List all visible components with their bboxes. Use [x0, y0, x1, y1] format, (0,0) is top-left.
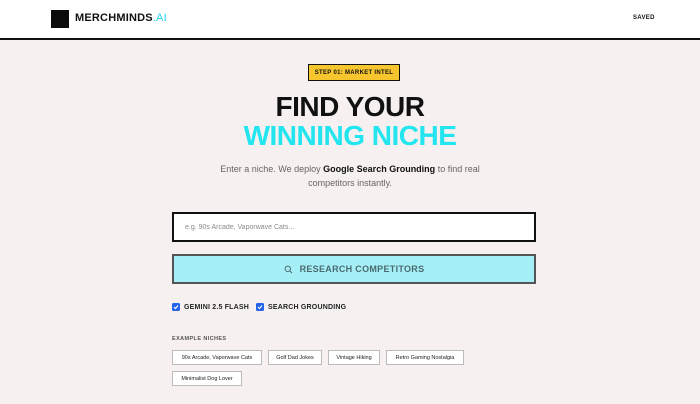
subtitle-highlight: Google Search Grounding — [323, 164, 436, 174]
brand-suffix: .AI — [152, 12, 167, 24]
gemini-flash-checkbox[interactable] — [172, 303, 180, 311]
page-title-line1: FIND YOUR — [275, 91, 426, 122]
logo-icon[interactable] — [51, 10, 69, 28]
example-niches-label: EXAMPLE NICHES — [172, 336, 227, 342]
example-niche-chip[interactable]: Minimalist Dog Lover — [172, 371, 242, 386]
search-grounding-checkbox[interactable] — [256, 303, 264, 311]
page-title-line2: WINNING NICHE — [243, 120, 457, 151]
brand-name[interactable]: MERCHMINDS.AI — [75, 12, 167, 24]
check-icon — [257, 305, 263, 310]
search-icon — [284, 265, 293, 273]
saved-link[interactable]: SAVED — [633, 15, 655, 21]
check-icon — [173, 305, 179, 310]
subtitle-text-start: Enter a niche. We deploy — [220, 164, 324, 174]
search-grounding-label: SEARCH GROUNDING — [268, 303, 347, 311]
example-niche-chip[interactable]: Vintage Hiking — [328, 350, 380, 365]
research-button-label: RESEARCH COMPETITORS — [299, 264, 425, 274]
gemini-flash-label: GEMINI 2.5 FLASH — [184, 303, 250, 311]
example-niche-chip[interactable]: Retro Gaming Nostalgia — [386, 350, 464, 365]
step-badge: STEP 01: MARKET INTEL — [308, 64, 400, 81]
page-subtitle: Enter a niche. We deploy Google Search G… — [210, 162, 490, 190]
example-niche-chip[interactable]: Golf Dad Jokes — [268, 350, 322, 365]
option-gemini-flash[interactable]: GEMINI 2.5 FLASH — [172, 303, 249, 311]
top-header: MERCHMINDS.AI SAVED — [0, 0, 700, 40]
option-search-grounding[interactable]: SEARCH GROUNDING — [256, 303, 346, 311]
research-competitors-button[interactable]: RESEARCH COMPETITORS — [172, 254, 536, 284]
niche-search-input[interactable] — [172, 212, 536, 242]
example-niche-chip[interactable]: 90s Arcade, Vaporwave Cats — [172, 350, 262, 365]
brand-main: MERCHMINDS — [75, 12, 153, 24]
